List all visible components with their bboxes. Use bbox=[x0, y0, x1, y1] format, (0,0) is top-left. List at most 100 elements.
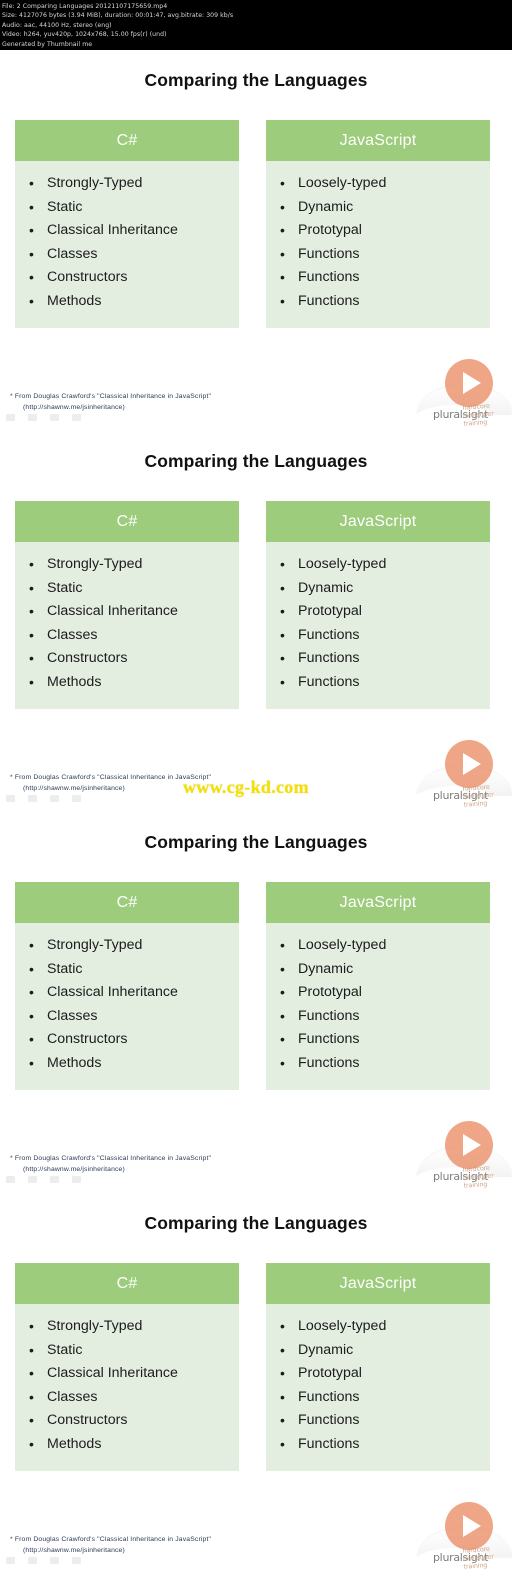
list-item: Methods bbox=[15, 1433, 239, 1457]
column-body-csharp: Strongly-Typed Static Classical Inherita… bbox=[15, 923, 239, 1090]
list-item: Functions bbox=[266, 1028, 490, 1052]
list-item: Methods bbox=[15, 290, 239, 314]
list-item: Classical Inheritance bbox=[15, 981, 239, 1005]
comparison-columns: C# Strongly-Typed Static Classical Inher… bbox=[0, 882, 512, 1097]
list-item: Functions bbox=[266, 671, 490, 695]
column-body-csharp: Strongly-Typed Static Classical Inherita… bbox=[15, 161, 239, 328]
list-item: Loosely-typed bbox=[266, 934, 490, 958]
list-item: Functions bbox=[266, 624, 490, 648]
list-item: Prototypal bbox=[266, 219, 490, 243]
column-csharp: C# Strongly-Typed Static Classical Inher… bbox=[15, 1263, 239, 1471]
play-button-overlay[interactable] bbox=[445, 359, 493, 407]
column-header-csharp: C# bbox=[15, 501, 239, 542]
list-item: Classes bbox=[15, 1005, 239, 1029]
column-body-javascript: Loosely-typed Dynamic Prototypal Functio… bbox=[266, 1304, 490, 1471]
list-item: Methods bbox=[15, 1052, 239, 1076]
media-info-bar: File: 2 Comparing Languages 201211071756… bbox=[0, 0, 512, 50]
list-item: Prototypal bbox=[266, 1362, 490, 1386]
list-item: Strongly-Typed bbox=[15, 1315, 239, 1339]
list-item: Loosely-typed bbox=[266, 172, 490, 196]
media-info-file: File: 2 Comparing Languages 201211071756… bbox=[2, 3, 168, 10]
column-body-csharp: Strongly-Typed Static Classical Inherita… bbox=[15, 542, 239, 709]
column-javascript: JavaScript Loosely-typed Dynamic Prototy… bbox=[266, 120, 490, 328]
list-item: Prototypal bbox=[266, 981, 490, 1005]
list-item: Dynamic bbox=[266, 958, 490, 982]
media-info-video: Video: h264, yuv420p, 1024x768, 15.00 fp… bbox=[2, 31, 167, 39]
pluralsight-branding: pluralsight hardcore developer training bbox=[417, 1502, 512, 1571]
play-triangle-icon bbox=[462, 1134, 481, 1156]
ghost-ui-marks bbox=[6, 795, 126, 803]
play-button-overlay[interactable] bbox=[445, 1121, 493, 1169]
list-item: Classical Inheritance bbox=[15, 1362, 239, 1386]
footnote-line-1: * From Douglas Crawford's "Classical Inh… bbox=[10, 1155, 212, 1162]
comparison-columns: C# Strongly-Typed Static Classical Inher… bbox=[0, 501, 512, 716]
list-item: Functions bbox=[266, 1052, 490, 1076]
footnote: * From Douglas Crawford's "Classical Inh… bbox=[10, 1153, 211, 1175]
column-csharp: C# Strongly-Typed Static Classical Inher… bbox=[15, 501, 239, 709]
footnote-line-2: (http://shawnw.me/jsinheritance) bbox=[23, 785, 125, 792]
column-javascript: JavaScript Loosely-typed Dynamic Prototy… bbox=[266, 882, 490, 1090]
play-button-overlay[interactable] bbox=[445, 740, 493, 788]
column-body-csharp: Strongly-Typed Static Classical Inherita… bbox=[15, 1304, 239, 1471]
column-header-javascript: JavaScript bbox=[266, 1263, 490, 1304]
footnote-line-1: * From Douglas Crawford's "Classical Inh… bbox=[10, 774, 212, 781]
list-item: Functions bbox=[266, 266, 490, 290]
footnote-line-2: (http://shawnw.me/jsinheritance) bbox=[23, 1166, 125, 1173]
column-header-csharp: C# bbox=[15, 120, 239, 161]
list-item: Classical Inheritance bbox=[15, 219, 239, 243]
footnote-line-2: (http://shawnw.me/jsinheritance) bbox=[23, 404, 125, 411]
play-triangle-icon bbox=[462, 753, 481, 775]
list-item: Classes bbox=[15, 243, 239, 267]
list-item: Constructors bbox=[15, 1028, 239, 1052]
list-item: Functions bbox=[266, 243, 490, 267]
pluralsight-branding: pluralsight hardcore developer training bbox=[417, 1121, 512, 1190]
play-triangle-icon bbox=[462, 372, 481, 394]
footnote: * From Douglas Crawford's "Classical Inh… bbox=[10, 772, 211, 794]
list-item: Dynamic bbox=[266, 196, 490, 220]
footnote-line-1: * From Douglas Crawford's "Classical Inh… bbox=[10, 393, 212, 400]
list-item: Functions bbox=[266, 647, 490, 671]
column-header-javascript: JavaScript bbox=[266, 120, 490, 161]
list-item: Classical Inheritance bbox=[15, 600, 239, 624]
list-item: Functions bbox=[266, 1409, 490, 1433]
list-item: Constructors bbox=[15, 647, 239, 671]
play-button-overlay[interactable] bbox=[445, 1502, 493, 1550]
footnote-line-2: (http://shawnw.me/jsinheritance) bbox=[23, 1547, 125, 1554]
list-item: Dynamic bbox=[266, 577, 490, 601]
ghost-ui-marks bbox=[6, 414, 126, 422]
column-javascript: JavaScript Loosely-typed Dynamic Prototy… bbox=[266, 1263, 490, 1471]
page-title: Comparing the Languages bbox=[144, 70, 368, 90]
footnote: * From Douglas Crawford's "Classical Inh… bbox=[10, 391, 211, 413]
list-item: Classes bbox=[15, 1386, 239, 1410]
column-javascript: JavaScript Loosely-typed Dynamic Prototy… bbox=[266, 501, 490, 709]
list-item: Functions bbox=[266, 1005, 490, 1029]
column-header-csharp: C# bbox=[15, 882, 239, 923]
list-item: Loosely-typed bbox=[266, 553, 490, 577]
thumbnail-frame[interactable]: Comparing the Languages C# Strongly-Type… bbox=[0, 50, 512, 431]
thumbnail-frame[interactable]: Comparing the Languages C# Strongly-Type… bbox=[0, 431, 512, 812]
media-info-size: Size: 4127076 bytes (3.94 MiB), duration… bbox=[2, 12, 234, 20]
list-item: Strongly-Typed bbox=[15, 172, 239, 196]
list-item: Static bbox=[15, 196, 239, 220]
ghost-ui-marks bbox=[6, 1557, 126, 1565]
column-csharp: C# Strongly-Typed Static Classical Inher… bbox=[15, 120, 239, 328]
media-info-audio: Audio: aac, 44100 Hz, stereo (eng) bbox=[2, 21, 112, 29]
list-item: Dynamic bbox=[266, 1339, 490, 1363]
list-item: Prototypal bbox=[266, 600, 490, 624]
list-item: Constructors bbox=[15, 266, 239, 290]
list-item: Constructors bbox=[15, 1409, 239, 1433]
list-item: Static bbox=[15, 577, 239, 601]
list-item: Loosely-typed bbox=[266, 1315, 490, 1339]
thumbnail-frame[interactable]: Comparing the Languages C# Strongly-Type… bbox=[0, 1193, 512, 1574]
site-watermark: www.cg-kd.com bbox=[183, 777, 309, 797]
thumbnail-frame[interactable]: Comparing the Languages C# Strongly-Type… bbox=[0, 812, 512, 1193]
list-item: Strongly-Typed bbox=[15, 934, 239, 958]
list-item: Methods bbox=[15, 671, 239, 695]
column-body-javascript: Loosely-typed Dynamic Prototypal Functio… bbox=[266, 161, 490, 328]
list-item: Functions bbox=[266, 290, 490, 314]
ghost-ui-marks bbox=[6, 1176, 126, 1184]
footnote-line-1: * From Douglas Crawford's "Classical Inh… bbox=[10, 1536, 212, 1543]
footnote: * From Douglas Crawford's "Classical Inh… bbox=[10, 1534, 211, 1556]
pluralsight-branding: pluralsight hardcore developer training bbox=[417, 740, 512, 809]
column-body-javascript: Loosely-typed Dynamic Prototypal Functio… bbox=[266, 923, 490, 1090]
